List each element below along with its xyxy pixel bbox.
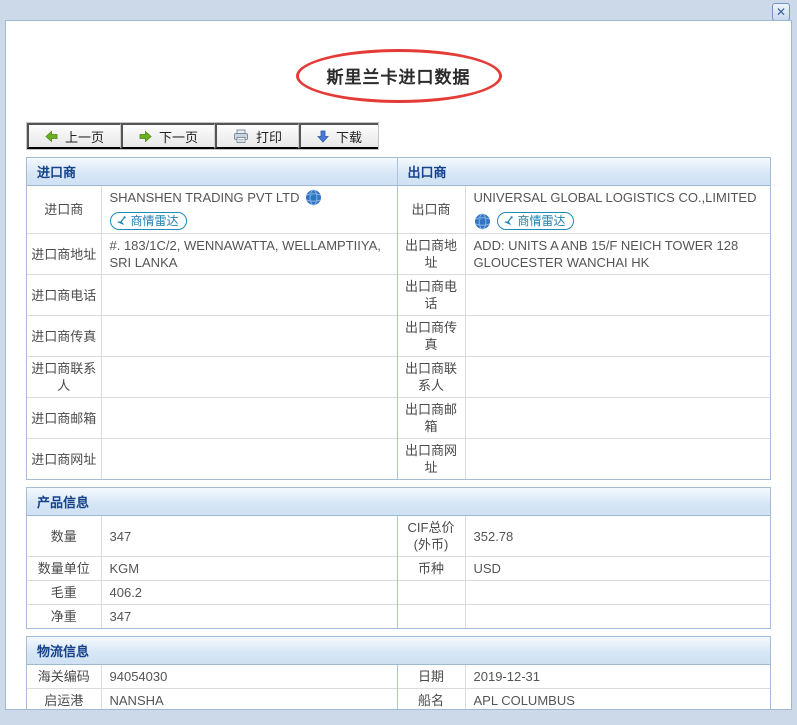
download-button[interactable]: 下载 <box>299 123 379 149</box>
radar-dish-icon <box>503 216 513 225</box>
arrow-down-icon <box>317 130 329 143</box>
importer-name: SHANSHEN TRADING PVT LTD <box>109 190 300 205</box>
toolbar: 上一页 下一页 打印 下载 <box>26 122 380 150</box>
table-row: 进口商电话 出口商电话 <box>27 274 770 316</box>
importer-exporter-section: 进口商 出口商 进口商 SHANSHEN TRADING PVT LTD 商情雷… <box>26 157 771 480</box>
print-button[interactable]: 打印 <box>215 123 300 149</box>
radar-dish-icon <box>116 216 126 225</box>
arrow-left-icon <box>45 130 58 143</box>
globe-icon[interactable] <box>474 213 491 230</box>
table-row: 海关编码 94054030 日期 2019-12-31 <box>27 664 770 689</box>
dialog-panel: 斯里兰卡进口数据 上一页 下一页 打印 下载 进口商 出口商 进口商 SHANS… <box>5 20 792 710</box>
table-row: 进口商联系人 出口商联系人 <box>27 356 770 398</box>
table-row: 进口商网址 出口商网址 <box>27 438 770 479</box>
table-row: 进口商地址 #. 183/1C/2, WENNAWATTA, WELLAMPTI… <box>27 233 770 275</box>
table-row: 进口商 SHANSHEN TRADING PVT LTD 商情雷达 出口商 UN <box>27 185 770 234</box>
logistics-info-section: 物流信息 海关编码 94054030 日期 2019-12-31 启运港 NAN… <box>26 636 771 709</box>
table-row: 数量单位 KGM 币种 USD <box>27 556 770 581</box>
importer-name-label: 进口商 <box>27 185 101 234</box>
globe-icon[interactable] <box>305 189 322 206</box>
table-row: 进口商邮箱 出口商邮箱 <box>27 397 770 439</box>
table-row: 毛重 406.2 <box>27 580 770 605</box>
page-title: 斯里兰卡进口数据 <box>326 68 471 87</box>
close-icon[interactable]: ✕ <box>772 3 790 21</box>
next-page-button[interactable]: 下一页 <box>121 123 216 149</box>
exporter-name: UNIVERSAL GLOBAL LOGISTICS CO.,LIMITED <box>473 190 757 205</box>
arrow-right-icon <box>139 130 152 143</box>
table-row: 进口商传真 出口商传真 <box>27 315 770 357</box>
exporter-name-label: 出口商 <box>396 185 466 234</box>
logistics-info-table: 物流信息 海关编码 94054030 日期 2019-12-31 启运港 NAN… <box>27 637 770 709</box>
table-row: 启运港 NANSHA 船名 APL COLUMBUS <box>27 688 770 709</box>
title-area: 斯里兰卡进口数据 <box>6 48 791 103</box>
product-section-header: 产品信息 <box>27 488 770 516</box>
prev-page-button[interactable]: 上一页 <box>27 123 122 149</box>
product-info-section: 产品信息 数量 347 CIF总价(外币) 352.78 数量单位 KGM 币种… <box>26 487 771 629</box>
table-row: 数量 347 CIF总价(外币) 352.78 <box>27 515 770 557</box>
exporter-section-header: 出口商 <box>396 158 770 186</box>
importer-exporter-table: 进口商 出口商 进口商 SHANSHEN TRADING PVT LTD 商情雷… <box>27 158 770 479</box>
importer-section-header: 进口商 <box>27 158 398 186</box>
import-data-dialog: { "window": { "close_glyph": "✕" }, "tit… <box>0 0 797 725</box>
printer-icon <box>233 129 249 144</box>
product-info-table: 产品信息 数量 347 CIF总价(外币) 352.78 数量单位 KGM 币种… <box>27 488 770 628</box>
table-row: 净重 347 <box>27 604 770 628</box>
radar-badge[interactable]: 商情雷达 <box>109 212 187 230</box>
radar-badge[interactable]: 商情雷达 <box>496 212 574 230</box>
logistics-section-header: 物流信息 <box>27 637 770 665</box>
